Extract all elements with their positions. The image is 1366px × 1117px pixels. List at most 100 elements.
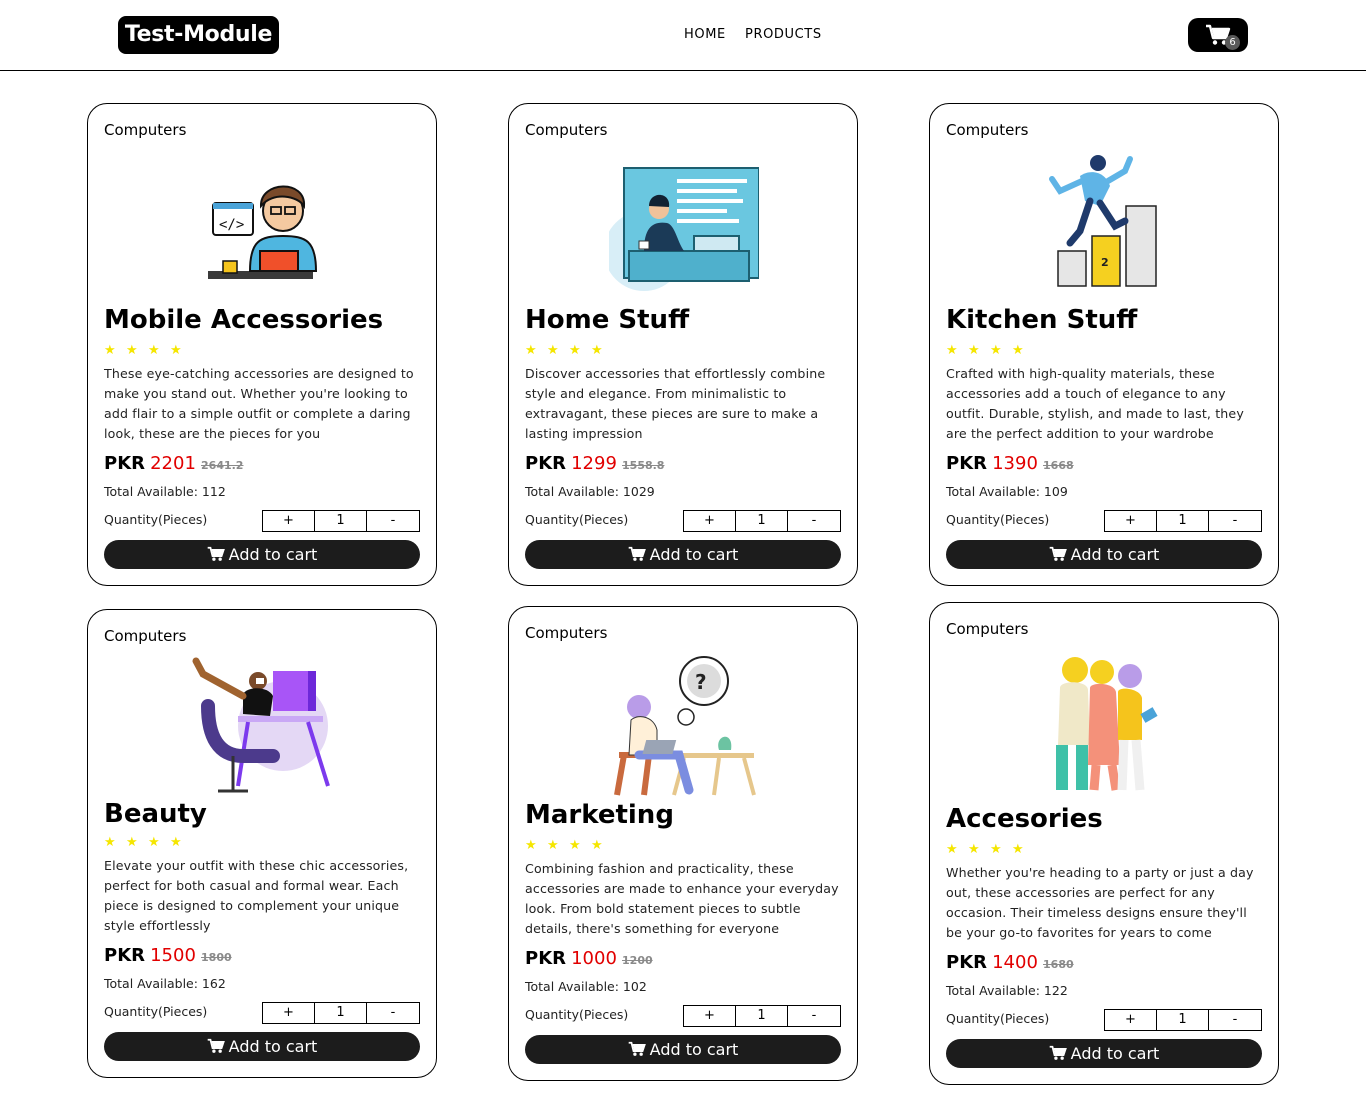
add-to-cart-label: Add to cart [1070,1044,1160,1063]
add-to-cart-button[interactable]: Add to cart [946,540,1262,569]
star-icon: ★ [591,838,603,853]
total-available: Total Available: 1029 [525,484,655,499]
quantity-stepper: + 1 - [683,510,841,532]
star-icon: ★ [990,343,1002,358]
current-price: 2201 [150,453,196,474]
star-icon: ★ [547,838,559,853]
currency-label: PKR [104,945,146,966]
product-title: Accesories [946,804,1103,834]
cart-icon [1049,546,1067,561]
star-icon: ★ [569,838,581,853]
podium-runner-illustration-icon: 2 [1049,155,1157,287]
quantity-value[interactable]: 1 [315,1003,367,1023]
current-price: 1390 [992,453,1038,474]
svg-text:?: ? [695,670,707,694]
product-title: Marketing [525,800,674,830]
decrement-button[interactable]: - [367,1003,419,1023]
decrement-button[interactable]: - [788,511,840,531]
quantity-value[interactable]: 1 [736,1006,788,1026]
rating-stars: ★ ★ ★ ★ [104,343,182,358]
star-icon: ★ [547,343,559,358]
decrement-button[interactable]: - [1209,1010,1261,1030]
quantity-value[interactable]: 1 [736,511,788,531]
quantity-label: Quantity(Pieces) [104,1004,208,1019]
nav-home[interactable]: HOME [684,27,726,42]
add-to-cart-button[interactable]: Add to cart [946,1039,1262,1068]
star-icon: ★ [569,343,581,358]
add-to-cart-label: Add to cart [1070,545,1160,564]
quantity-value[interactable]: 1 [315,511,367,531]
quantity-stepper: + 1 - [262,1002,420,1024]
cart-icon [207,546,225,561]
add-to-cart-button[interactable]: Add to cart [525,1035,841,1064]
original-price: 1800 [201,951,232,964]
total-available: Total Available: 122 [946,983,1068,998]
add-to-cart-button[interactable]: Add to cart [525,540,841,569]
rating-stars: ★ ★ ★ ★ [104,835,182,850]
currency-label: PKR [104,453,146,474]
product-category: Computers [946,620,1029,638]
currency-label: PKR [525,453,567,474]
decrement-button[interactable]: - [1209,511,1261,531]
original-price: 2641.2 [201,459,244,472]
current-price: 1500 [150,945,196,966]
cart-button[interactable] [1188,18,1248,52]
add-to-cart-label: Add to cart [649,1040,739,1059]
star-icon: ★ [104,343,116,358]
star-icon: ★ [104,835,116,850]
star-icon: ★ [968,842,980,857]
product-category: Computers [525,121,608,139]
product-card: Computers Home Stuff ★ ★ ★ ★ Discover acces… [508,103,858,586]
add-to-cart-button[interactable]: Add to cart [104,1032,420,1061]
svg-text:</>: </> [219,217,244,233]
decrement-button[interactable]: - [367,511,419,531]
site-logo[interactable]: Test-Module [118,16,279,54]
product-card: Computers </> Mobile Accessories ★ ★ ★ ★ Th… [87,103,437,586]
increment-button[interactable]: + [1105,511,1157,531]
star-icon: ★ [126,343,138,358]
original-price: 1680 [1043,958,1074,971]
rating-stars: ★ ★ ★ ★ [946,842,1024,857]
price-row: PKR 2201 2641.2 [104,453,243,474]
increment-button[interactable]: + [263,511,315,531]
svg-text:2: 2 [1101,256,1109,269]
increment-button[interactable]: + [684,1006,736,1026]
decrement-button[interactable]: - [788,1006,840,1026]
quantity-value[interactable]: 1 [1157,1010,1209,1030]
product-title: Kitchen Stuff [946,305,1138,335]
star-icon: ★ [1012,343,1024,358]
product-card: Computers Accesories ★ ★ ★ ★ Whether you're… [929,602,1279,1085]
quantity-label: Quantity(Pieces) [525,1007,629,1022]
nav-products[interactable]: PRODUCTS [745,27,822,42]
add-to-cart-label: Add to cart [228,1037,318,1056]
product-title: Mobile Accessories [104,305,384,335]
cart-icon [207,1038,225,1053]
product-card: Computers ? Marketing ★ ★ ★ ★ Combining fas… [508,606,858,1081]
star-icon: ★ [591,343,603,358]
product-card: Computers 2 Kitchen Stuff ★ ★ ★ ★ Crafted w… [929,103,1279,586]
desk-worker-illustration-icon [192,657,330,793]
star-icon: ★ [990,842,1002,857]
quantity-value[interactable]: 1 [1157,511,1209,531]
friends-group-illustration-icon [1056,657,1158,791]
price-row: PKR 1400 1680 [946,952,1074,973]
cart-count-badge: 6 [1225,35,1240,50]
star-icon: ★ [525,838,537,853]
increment-button[interactable]: + [263,1003,315,1023]
star-icon: ★ [148,835,160,850]
cart-icon [1049,1045,1067,1060]
add-to-cart-button[interactable]: Add to cart [104,540,420,569]
quantity-label: Quantity(Pieces) [946,512,1050,527]
currency-label: PKR [525,948,567,969]
star-icon: ★ [946,343,958,358]
rating-stars: ★ ★ ★ ★ [525,838,603,853]
product-card: Computers Beauty ★ ★ ★ ★ Elevate your outfi… [87,609,437,1078]
current-price: 1000 [571,948,617,969]
product-description: Combining fashion and practicality, thes… [525,861,839,936]
rating-stars: ★ ★ ★ ★ [946,343,1024,358]
quantity-label: Quantity(Pieces) [104,512,208,527]
increment-button[interactable]: + [684,511,736,531]
add-to-cart-label: Add to cart [228,545,318,564]
total-available: Total Available: 112 [104,484,226,499]
increment-button[interactable]: + [1105,1010,1157,1030]
